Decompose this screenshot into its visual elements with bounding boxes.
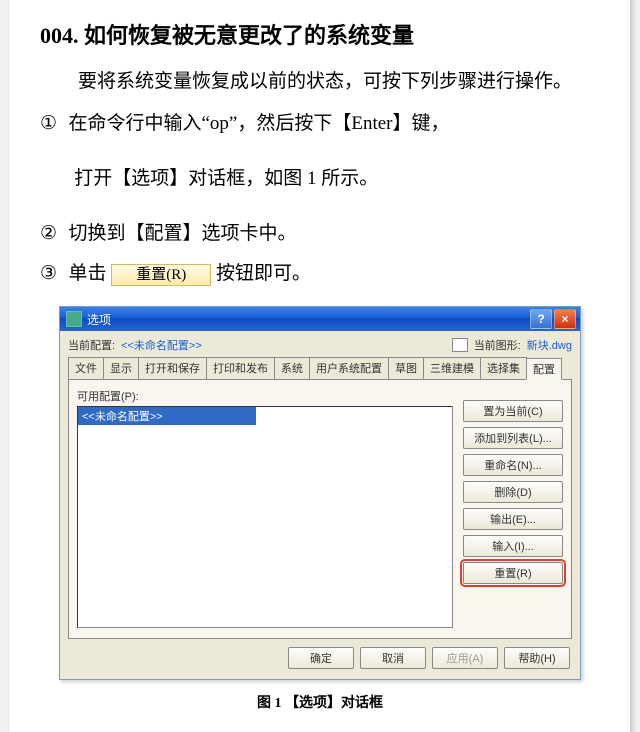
tab-user-prefs[interactable]: 用户系统配置 [309, 357, 389, 379]
tab-files[interactable]: 文件 [68, 357, 104, 379]
profiles-area: 可用配置(P): <<未命名配置>> [77, 388, 453, 628]
import-button[interactable]: 输入(I)... [463, 535, 563, 557]
dialog-body: 当前配置: <<未命名配置>> 当前图形: 新块.dwg 文件 显示 打开和保存… [60, 331, 580, 679]
ok-button[interactable]: 确定 [288, 647, 354, 669]
tab-system[interactable]: 系统 [274, 357, 310, 379]
dialog-title: 选项 [87, 311, 528, 328]
profiles-listbox[interactable]: <<未命名配置>> [77, 406, 453, 628]
step-1: ①在命令行中输入“op”，然后按下【Enter】键， [40, 106, 600, 142]
rename-button[interactable]: 重命名(N)... [463, 454, 563, 476]
tab-open-save[interactable]: 打开和保存 [138, 357, 207, 379]
tab-profiles[interactable]: 配置 [526, 358, 562, 380]
tab-print[interactable]: 打印和发布 [206, 357, 275, 379]
export-button[interactable]: 输出(E)... [463, 508, 563, 530]
step-2: ②切换到【配置】选项卡中。 [40, 216, 600, 252]
help-icon[interactable]: ? [530, 309, 552, 329]
set-current-button[interactable]: 置为当前(C) [463, 400, 563, 422]
dialog-info-row: 当前配置: <<未命名配置>> 当前图形: 新块.dwg [68, 337, 572, 353]
drawing-icon [452, 338, 468, 352]
tab-panel-profiles: 可用配置(P): <<未命名配置>> 置为当前(C) 添加到列表(L)... 重… [68, 380, 572, 639]
article-heading: 如何恢复被无意更改了的系统变量 [84, 23, 414, 48]
delete-button[interactable]: 删除(D) [463, 481, 563, 503]
tab-strip: 文件 显示 打开和保存 打印和发布 系统 用户系统配置 草图 三维建模 选择集 … [68, 357, 572, 380]
step-1-cont: 打开【选项】对话框，如图 1 所示。 [40, 161, 600, 197]
step-3: ③单击 重置(R) 按钮即可。 [40, 256, 600, 292]
tab-draft[interactable]: 草图 [388, 357, 424, 379]
tab-display[interactable]: 显示 [103, 357, 139, 379]
article-number: 004. [40, 23, 79, 48]
profile-buttons: 置为当前(C) 添加到列表(L)... 重命名(N)... 删除(D) 输出(E… [463, 388, 563, 628]
close-icon[interactable]: × [554, 309, 576, 329]
article-title: 004. 如何恢复被无意更改了的系统变量 [40, 18, 600, 50]
help-button[interactable]: 帮助(H) [504, 647, 570, 669]
reset-button-inline: 重置(R) [111, 264, 211, 286]
article-intro: 要将系统变量恢复成以前的状态，可按下列步骤进行操作。 [40, 64, 600, 100]
tab-3d[interactable]: 三维建模 [423, 357, 481, 379]
apply-button[interactable]: 应用(A) [432, 647, 498, 669]
titlebar: 选项 ? × [60, 307, 580, 331]
options-dialog: 选项 ? × 当前配置: <<未命名配置>> 当前图形: 新块.dwg 文件 显… [59, 306, 581, 680]
document-page: 004. 如何恢复被无意更改了的系统变量 要将系统变量恢复成以前的状态，可按下列… [10, 0, 630, 732]
list-item[interactable]: <<未命名配置>> [78, 407, 256, 425]
app-icon [66, 311, 82, 327]
available-profiles-label: 可用配置(P): [77, 388, 453, 404]
add-to-list-button[interactable]: 添加到列表(L)... [463, 427, 563, 449]
reset-button[interactable]: 重置(R) [463, 562, 563, 584]
figure-caption: 图 1 【选项】对话框 [40, 692, 600, 712]
cancel-button[interactable]: 取消 [360, 647, 426, 669]
dialog-bottom-buttons: 确定 取消 应用(A) 帮助(H) [68, 639, 572, 671]
tab-select[interactable]: 选择集 [480, 357, 527, 379]
